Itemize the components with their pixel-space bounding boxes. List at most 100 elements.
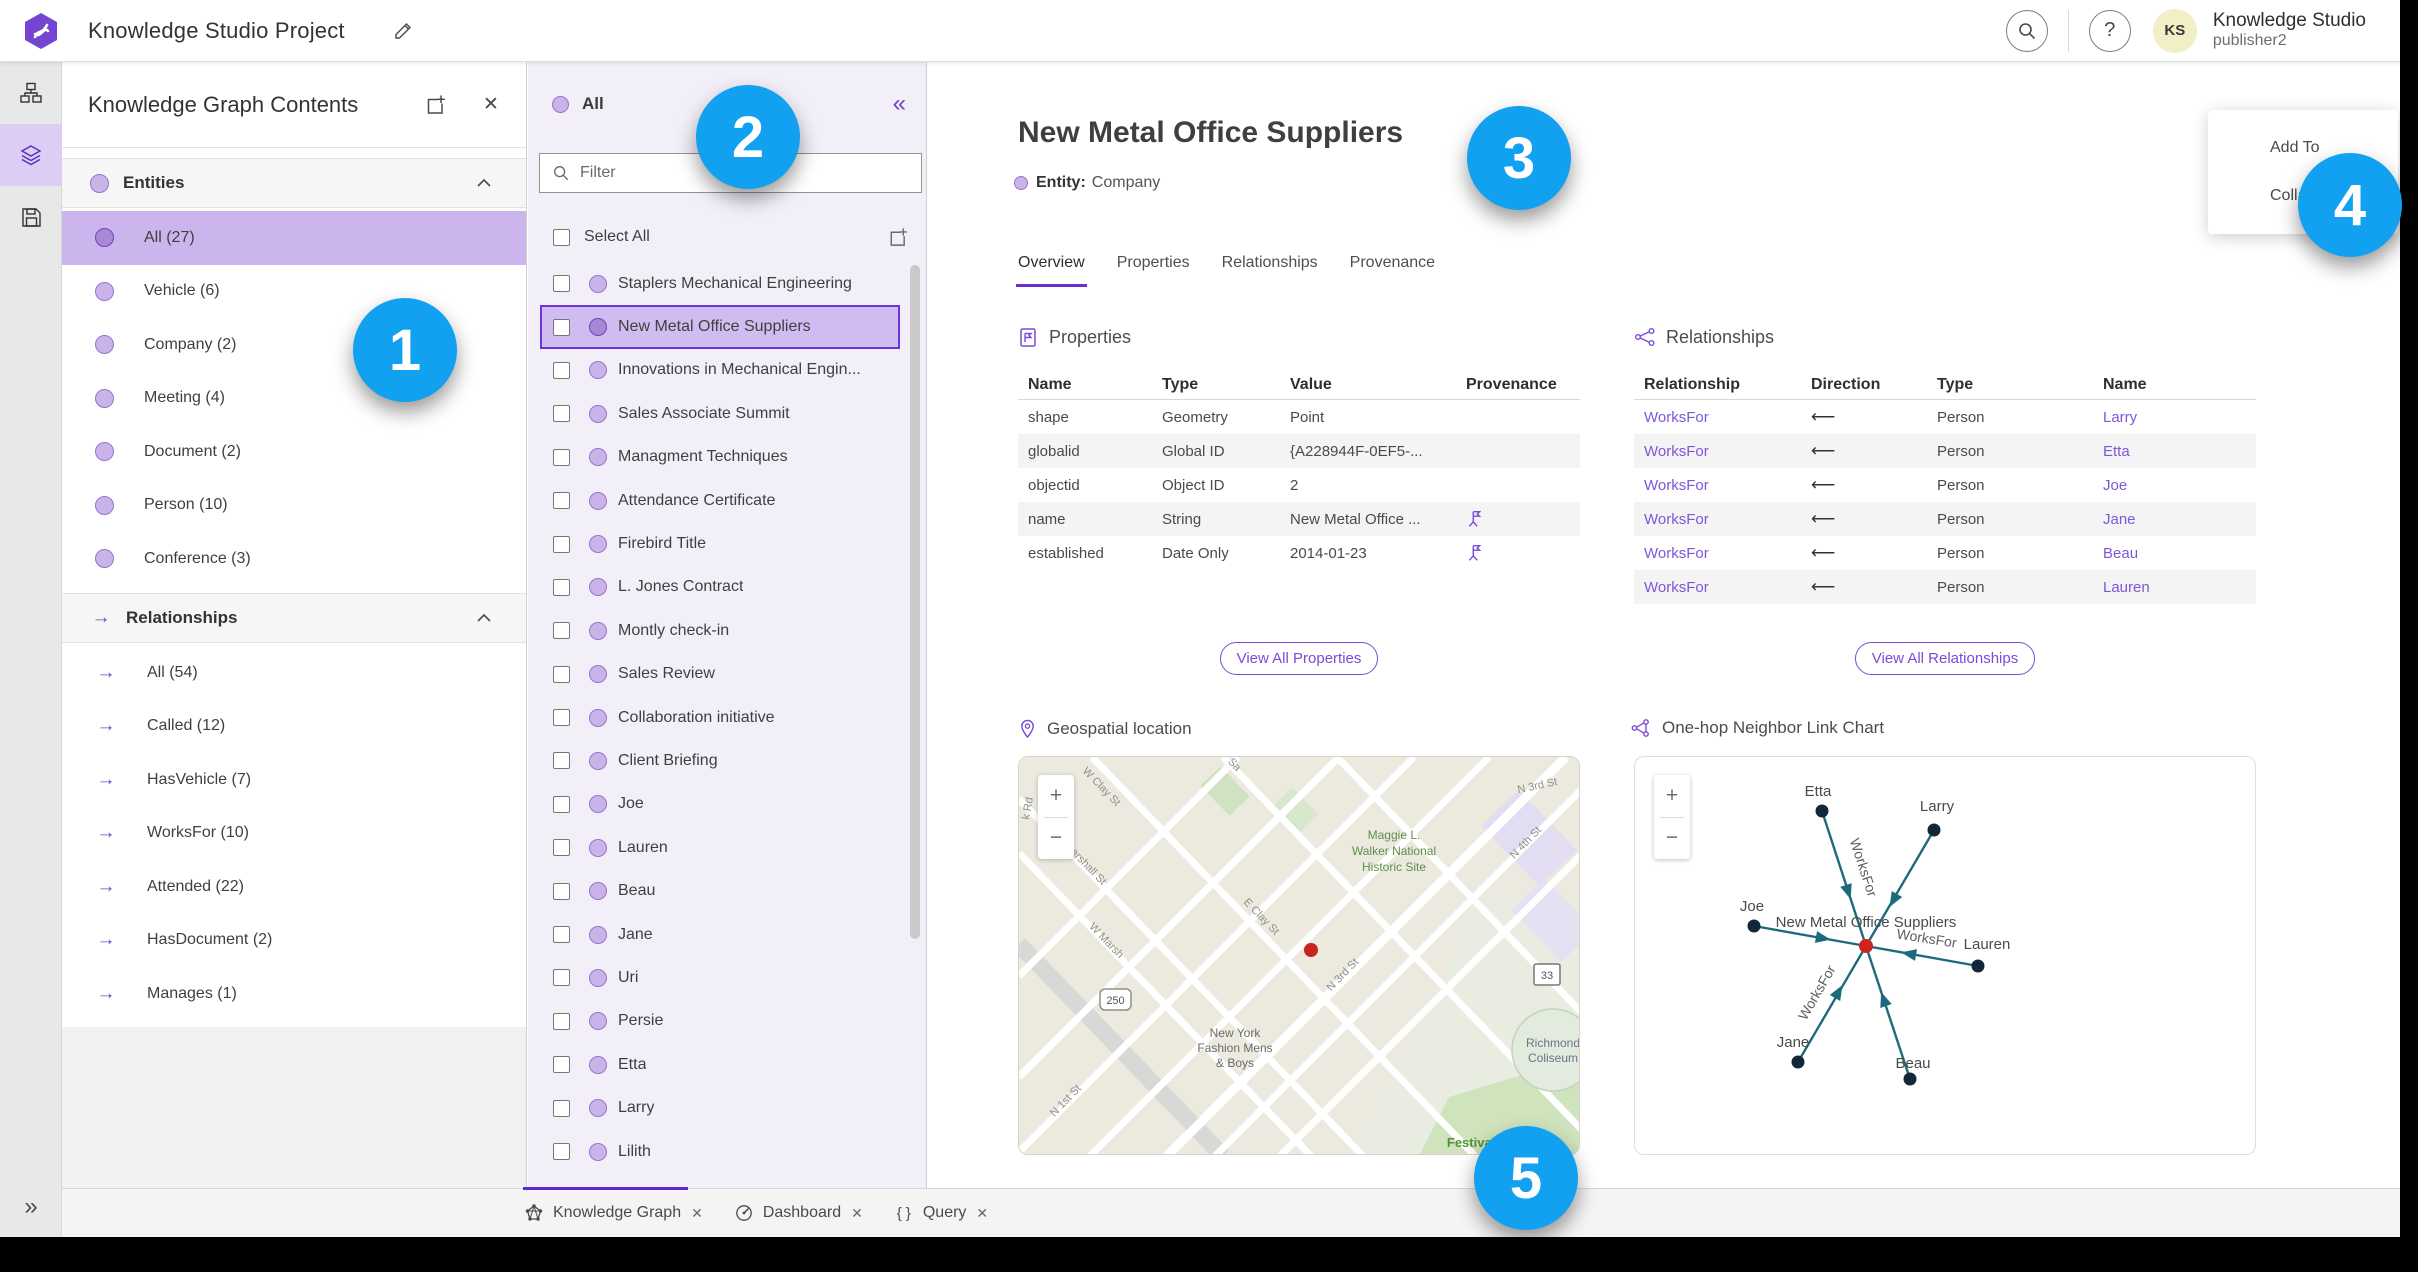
item-checkbox[interactable] (553, 1012, 570, 1030)
knowledge-studio-logo-icon[interactable] (22, 12, 60, 50)
entity-list-item[interactable]: Sales Associate Summit (528, 392, 912, 435)
item-checkbox[interactable] (553, 535, 570, 553)
related-entity-link[interactable]: Joe (2093, 477, 2243, 494)
related-entity-link[interactable]: Etta (2093, 443, 2243, 460)
entity-list-item[interactable]: New Metal Office Suppliers (540, 305, 900, 349)
item-checkbox[interactable] (553, 752, 570, 770)
related-entity-link[interactable]: Jane (2093, 511, 2243, 528)
item-checkbox[interactable] (553, 795, 570, 813)
entity-list-item[interactable]: Innovations in Mechanical Engin... (528, 349, 912, 392)
entity-type-item[interactable]: Company (2) (62, 318, 526, 372)
entity-type-item[interactable]: All (27) (62, 211, 526, 265)
add-selection-to-map-button[interactable] (880, 220, 914, 254)
relationships-section-header[interactable]: → Relationships (62, 593, 526, 643)
one-hop-link-chart[interactable]: WorksFor WorksFor WorksFor Etta Larry Jo… (1634, 756, 2256, 1155)
entity-list-item[interactable]: Larry (528, 1086, 912, 1129)
item-checkbox[interactable] (553, 709, 570, 727)
related-entity-link[interactable]: Beau (2093, 545, 2243, 562)
entity-list-item[interactable]: Etta (528, 1043, 912, 1086)
zoom-out-button[interactable]: − (1654, 818, 1690, 860)
tab-knowledge-graph[interactable]: Knowledge Graph ✕ (523, 1203, 703, 1223)
item-checkbox[interactable] (553, 1143, 570, 1160)
zoom-in-button[interactable]: + (1038, 775, 1074, 817)
detail-tab[interactable]: Properties (1115, 254, 1192, 287)
search-button[interactable] (2005, 9, 2048, 52)
relationship-link[interactable]: WorksFor (1634, 579, 1801, 596)
data-model-rail-button[interactable] (0, 62, 62, 124)
list-scrollbar[interactable] (910, 265, 920, 939)
zoom-in-button[interactable]: + (1654, 775, 1690, 817)
edit-title-icon[interactable] (391, 16, 421, 46)
relationship-link[interactable]: WorksFor (1634, 443, 1801, 460)
entity-list-item[interactable]: Attendance Certificate (528, 479, 912, 522)
entity-list-item[interactable]: Joe (528, 783, 912, 826)
relationship-type-item[interactable]: → HasDocument (2) (62, 914, 526, 968)
tab-dashboard[interactable]: Dashboard ✕ (733, 1203, 863, 1223)
view-all-properties-button[interactable]: View All Properties (1219, 642, 1379, 675)
entity-list-item[interactable]: Jane (528, 913, 912, 956)
entity-list-item[interactable]: Lauren (528, 826, 912, 869)
entity-list-item[interactable]: Persie (528, 1000, 912, 1043)
provenance-flag-icon[interactable] (1466, 510, 1484, 528)
entity-list-item[interactable]: Collaboration initiative (528, 696, 912, 739)
close-panel-button[interactable]: ✕ (474, 88, 508, 122)
entity-list-item[interactable]: Lilith (528, 1130, 912, 1173)
entity-list-item[interactable]: Beau (528, 869, 912, 912)
entity-list-item[interactable]: Firebird Title (528, 522, 912, 565)
tab-query[interactable]: { } Query ✕ (893, 1203, 988, 1223)
collapse-panel-button[interactable]: « (893, 92, 906, 116)
relationship-type-item[interactable]: → Called (12) (62, 700, 526, 754)
contents-rail-button[interactable] (0, 124, 62, 186)
item-checkbox[interactable] (553, 492, 570, 510)
relationship-link[interactable]: WorksFor (1634, 545, 1801, 562)
entity-type-item[interactable]: Meeting (4) (62, 372, 526, 426)
detail-tab[interactable]: Provenance (1348, 254, 1437, 287)
entity-list-item[interactable]: L. Jones Contract (528, 566, 912, 609)
item-checkbox[interactable] (553, 665, 570, 683)
relationship-type-item[interactable]: → Attended (22) (62, 860, 526, 914)
related-entity-link[interactable]: Larry (2093, 409, 2243, 426)
detail-tab[interactable]: Relationships (1220, 254, 1320, 287)
zoom-out-button[interactable]: − (1038, 818, 1074, 860)
relationship-type-item[interactable]: → All (54) (62, 646, 526, 700)
entity-type-item[interactable]: Document (2) (62, 425, 526, 479)
expand-rail-button[interactable]: » (0, 1187, 62, 1227)
close-tab-icon[interactable]: ✕ (851, 1205, 863, 1222)
save-rail-button[interactable] (0, 186, 62, 248)
entity-list-item[interactable]: Uri (528, 956, 912, 999)
overflow-menu-item[interactable]: Add To (2208, 124, 2398, 172)
view-all-relationships-button[interactable]: View All Relationships (1854, 642, 2036, 675)
item-checkbox[interactable] (553, 926, 570, 944)
detail-tab[interactable]: Overview (1016, 254, 1087, 287)
relationship-type-item[interactable]: → Manages (1) (62, 967, 526, 1021)
select-all-checkbox[interactable] (553, 228, 570, 246)
item-checkbox[interactable] (553, 448, 570, 466)
entity-type-item[interactable]: Conference (3) (62, 532, 526, 586)
related-entity-link[interactable]: Lauren (2093, 579, 2243, 596)
geospatial-map[interactable]: k Rd W Clay St Sa N 3rd St Maggie L. Wal… (1018, 756, 1580, 1155)
relationship-type-item[interactable]: → HasVehicle (7) (62, 753, 526, 807)
relationship-type-item[interactable]: → WorksFor (10) (62, 807, 526, 861)
item-checkbox[interactable] (553, 1099, 570, 1117)
close-tab-icon[interactable]: ✕ (691, 1205, 703, 1222)
item-checkbox[interactable] (553, 578, 570, 596)
entity-type-item[interactable]: Person (10) (62, 479, 526, 533)
help-button[interactable]: ? (2088, 9, 2131, 52)
item-checkbox[interactable] (553, 839, 570, 857)
relationship-link[interactable]: WorksFor (1634, 409, 1801, 426)
relationship-link[interactable]: WorksFor (1634, 511, 1801, 528)
entities-section-header[interactable]: Entities (62, 158, 526, 208)
item-checkbox[interactable] (553, 318, 570, 336)
item-checkbox[interactable] (553, 882, 570, 900)
user-info[interactable]: Knowledge Studio publisher2 (2213, 10, 2366, 50)
filter-input[interactable] (580, 164, 921, 182)
close-tab-icon[interactable]: ✕ (976, 1205, 988, 1222)
item-checkbox[interactable] (553, 405, 570, 423)
entity-list-item[interactable]: Client Briefing (528, 739, 912, 782)
relationship-link[interactable]: WorksFor (1634, 477, 1801, 494)
entity-list-item[interactable]: Montly check-in (528, 609, 912, 652)
entity-list-item[interactable]: Staplers Mechanical Engineering (528, 262, 912, 305)
item-checkbox[interactable] (553, 361, 570, 379)
overflow-menu-item[interactable]: Colla (2208, 172, 2398, 220)
item-checkbox[interactable] (553, 622, 570, 640)
